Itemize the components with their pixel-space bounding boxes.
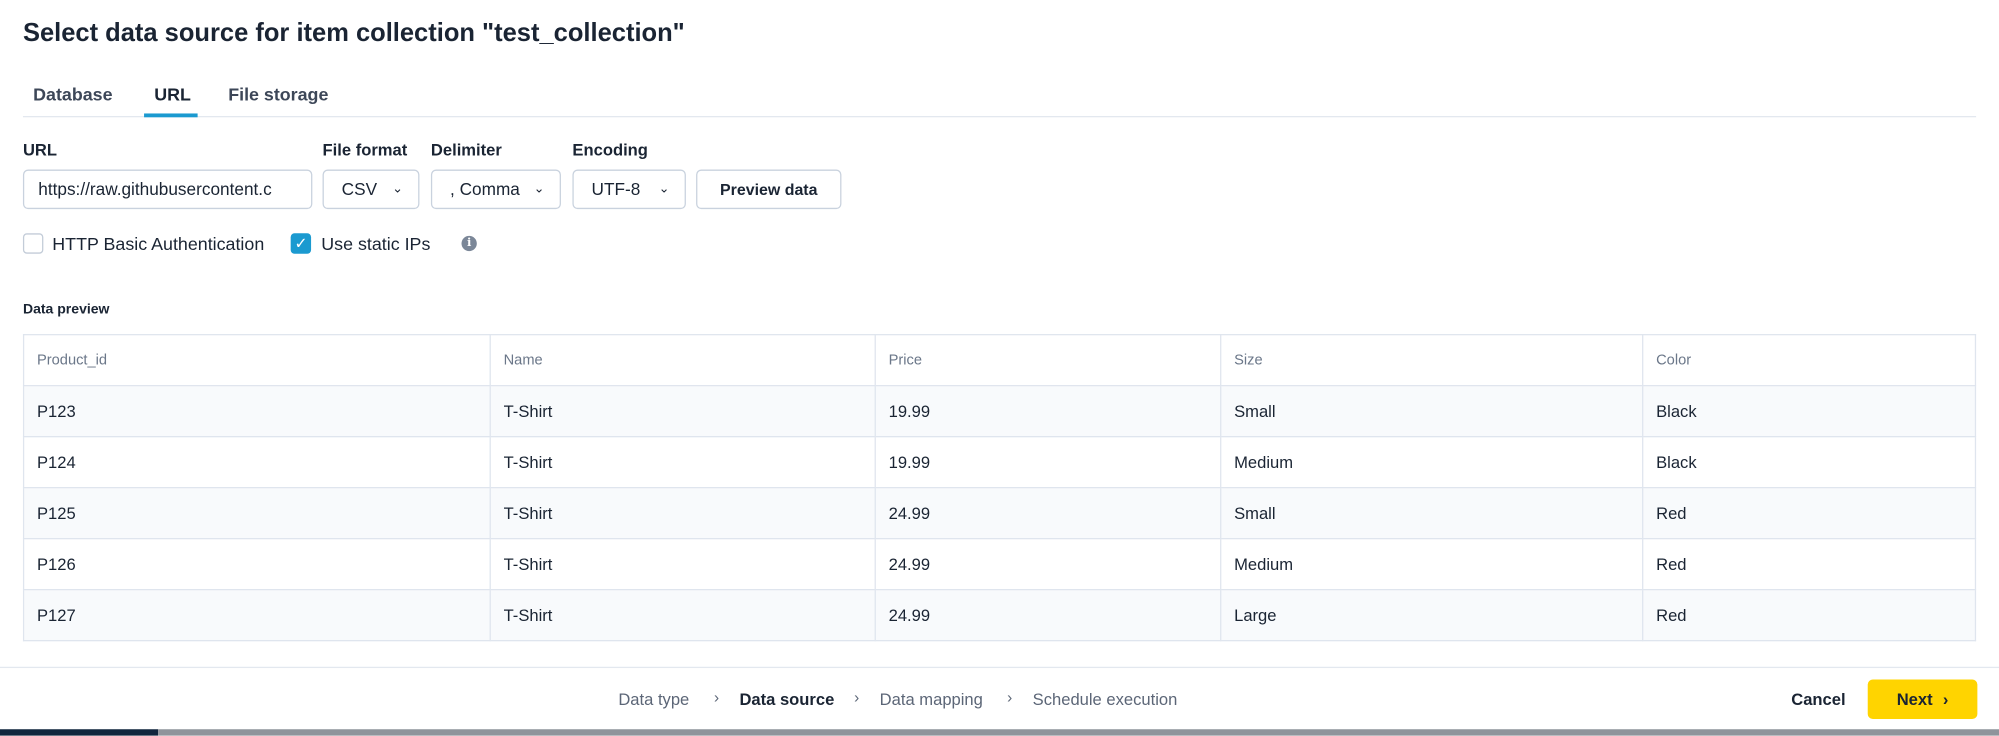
file-format-value: CSV: [341, 179, 378, 199]
step-data-mapping: Data mapping: [879, 689, 983, 709]
table-cell: Medium: [1220, 436, 1644, 489]
table-cell: P127: [22, 589, 491, 642]
file-format-label: File format: [322, 140, 408, 160]
table-row: P125 T-Shirt 24.99 Small Red: [22, 487, 1977, 540]
table-cell: 19.99: [874, 436, 1222, 489]
table-cell: Medium: [1220, 538, 1644, 591]
cancel-button[interactable]: Cancel: [1791, 690, 1845, 709]
url-label: URL: [22, 140, 58, 160]
table-cell: 24.99: [874, 589, 1222, 642]
table-cell: Red: [1642, 538, 1977, 591]
table-cell: T-Shirt: [489, 487, 876, 540]
step-data-source: Data source: [739, 689, 835, 709]
tab-file-storage[interactable]: File storage: [228, 84, 328, 104]
table-cell: P123: [22, 385, 491, 438]
chevron-down-icon: ⌄: [658, 182, 670, 197]
data-source-dialog: Select data source for item collection "…: [0, 0, 1999, 736]
encoding-label: Encoding: [572, 140, 648, 160]
next-label: Next: [1896, 689, 1933, 709]
delimiter-select[interactable]: , Comma ⌄: [430, 169, 561, 210]
table-header-row: Product_id Name Price Size Color: [22, 334, 1977, 387]
table-cell: T-Shirt: [489, 589, 876, 642]
delimiter-value: , Comma: [450, 179, 520, 199]
table-cell: T-Shirt: [489, 385, 876, 438]
table-cell: Black: [1642, 385, 1977, 438]
table-cell: Red: [1642, 487, 1977, 540]
url-value: https://raw.githubusercontent.c: [38, 179, 272, 199]
chevron-right-icon: ›: [854, 688, 860, 707]
table-cell: P126: [22, 538, 491, 591]
url-input[interactable]: https://raw.githubusercontent.c: [22, 169, 313, 210]
active-tab-indicator: [144, 113, 198, 118]
tab-database[interactable]: Database: [33, 84, 112, 104]
chevron-right-icon: ›: [1007, 688, 1013, 707]
chevron-right-icon: ›: [713, 688, 720, 707]
chevron-down-icon: ⌄: [392, 182, 403, 197]
page-title: Select data source for item collection "…: [22, 19, 685, 48]
table-row: P123 T-Shirt 19.99 Small Black: [22, 385, 1977, 438]
table-row: P127 T-Shirt 24.99 Large Red: [22, 589, 1977, 642]
chevron-down-icon: ⌄: [533, 182, 545, 197]
column-header: Size: [1220, 334, 1644, 387]
table-cell: P124: [22, 436, 491, 489]
static-ips-label: Use static IPs: [321, 233, 431, 254]
encoding-value: UTF-8: [591, 179, 641, 199]
table-cell: P125: [22, 487, 491, 540]
preview-data-button[interactable]: Preview data: [696, 169, 842, 210]
data-preview-title: Data preview: [22, 302, 110, 318]
table-cell: Black: [1642, 436, 1977, 489]
column-header: Name: [489, 334, 876, 387]
chevron-right-icon: ›: [1942, 689, 1949, 709]
table-cell: Large: [1220, 589, 1644, 642]
delimiter-label: Delimiter: [430, 140, 502, 160]
file-format-select[interactable]: CSV ⌄: [322, 169, 420, 210]
table-cell: 19.99: [874, 385, 1222, 438]
table-cell: T-Shirt: [489, 436, 876, 489]
column-header: Color: [1642, 334, 1977, 387]
tab-url[interactable]: URL: [154, 84, 191, 104]
encoding-select[interactable]: UTF-8 ⌄: [572, 169, 686, 210]
table-cell: 24.99: [874, 487, 1222, 540]
table-cell: T-Shirt: [489, 538, 876, 591]
tab-divider: [22, 116, 1977, 118]
data-preview-table: Product_id Name Price Size Color P123 T-S…: [22, 334, 1977, 642]
table-cell: Small: [1220, 487, 1644, 540]
table-row: P124 T-Shirt 19.99 Medium Black: [22, 436, 1977, 489]
table-cell: 24.99: [874, 538, 1222, 591]
table-cell: Small: [1220, 385, 1644, 438]
column-header: Product_id: [22, 334, 491, 387]
info-icon[interactable]: i: [461, 235, 477, 252]
step-schedule-execution: Schedule execution: [1032, 689, 1178, 709]
static-ips-checkbox[interactable]: ✓: [290, 233, 312, 254]
basic-auth-label: HTTP Basic Authentication: [52, 233, 265, 254]
column-header: Price: [874, 334, 1222, 387]
table-cell: Red: [1642, 589, 1977, 642]
basic-auth-checkbox[interactable]: [22, 233, 44, 254]
step-data-type: Data type: [618, 689, 690, 709]
footer-divider: [0, 666, 1999, 669]
next-button[interactable]: Next ›: [1867, 679, 1978, 720]
checkmark-icon: ✓: [294, 234, 308, 253]
table-row: P126 T-Shirt 24.99 Medium Red: [22, 538, 1977, 591]
